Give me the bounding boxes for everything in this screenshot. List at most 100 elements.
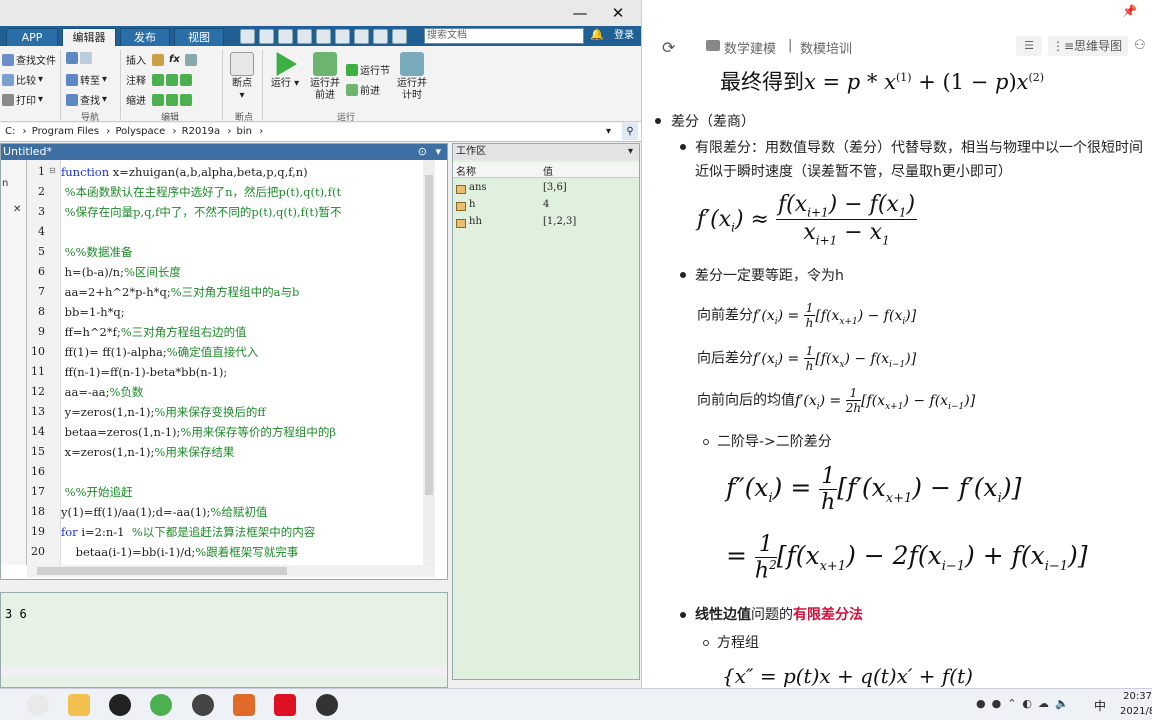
tab-view[interactable]: 视图 bbox=[174, 28, 224, 46]
code-line[interactable]: %%开始追赶 bbox=[61, 482, 133, 502]
switch-windows-icon[interactable] bbox=[354, 28, 369, 44]
cut-icon[interactable] bbox=[259, 28, 274, 44]
app-icon-chat[interactable] bbox=[27, 694, 49, 716]
increase-indent-icon[interactable] bbox=[166, 93, 178, 106]
line-number[interactable]: 15 bbox=[27, 445, 45, 458]
wrap-comment-icon[interactable] bbox=[180, 73, 192, 86]
outline-icon[interactable]: ☰ bbox=[1016, 36, 1042, 56]
code-line[interactable]: for i=2:n-1 %以下都是追赶法算法框架中的内容 bbox=[61, 522, 315, 542]
code-line[interactable]: y(1)=ff(1)/aa(1);d=-aa(1);%给赋初值 bbox=[61, 502, 267, 522]
workspace-row[interactable]: hh [1,2,3] bbox=[453, 216, 639, 231]
scroll-thumb[interactable] bbox=[425, 175, 433, 495]
undock-icon[interactable]: ⊙ bbox=[418, 144, 427, 160]
tab-app[interactable]: APP bbox=[6, 28, 58, 46]
code-line[interactable]: y=zeros(1,n-1);%用来保存变换后的ff bbox=[61, 402, 266, 422]
run-section-button[interactable]: 运行节 bbox=[346, 62, 390, 77]
breakpoints-button[interactable]: 断点 ▾ bbox=[228, 52, 256, 102]
clock[interactable]: 20:37 2021/8 bbox=[1120, 689, 1152, 719]
wps-icon[interactable] bbox=[274, 694, 296, 716]
tab-editor[interactable]: 编辑器 bbox=[62, 28, 116, 46]
code-line[interactable]: ff(n-1)=ff(n-1)-beta*bb(n-1); bbox=[61, 362, 228, 382]
column-header-value[interactable]: 值 bbox=[543, 163, 553, 178]
login-button[interactable]: 登录 bbox=[608, 28, 640, 44]
panel-menu-icon[interactable]: ▾ bbox=[628, 144, 633, 160]
mindmap-button[interactable]: ⋮≡思维导图 bbox=[1048, 36, 1128, 56]
run-advance-button[interactable]: 运行并 前进 bbox=[308, 52, 342, 102]
print-button[interactable]: 打印 ▾ bbox=[2, 92, 43, 107]
code-area[interactable]: function x=zhuigan(a,b,alpha,beta,p,q,f,… bbox=[61, 160, 423, 565]
share-icon[interactable]: ⚇ bbox=[1134, 38, 1146, 53]
indent-button[interactable]: 缩进 bbox=[126, 92, 192, 107]
line-number[interactable]: 7 bbox=[27, 285, 45, 298]
help-icon[interactable] bbox=[373, 28, 388, 44]
path-segment[interactable]: C: bbox=[5, 126, 15, 137]
line-number[interactable]: 8 bbox=[27, 305, 45, 318]
code-line[interactable]: ff=h^2*f;%三对角方程组右边的值 bbox=[61, 322, 247, 342]
line-number[interactable]: 6 bbox=[27, 265, 45, 278]
find-files-button[interactable]: 查找文件 bbox=[2, 52, 56, 67]
code-line[interactable]: %本函数默认在主程序中选好了n，然后把p(t),q(t),f(t bbox=[61, 182, 341, 202]
tab-publish[interactable]: 发布 bbox=[120, 28, 170, 46]
line-number[interactable]: 19 bbox=[27, 525, 45, 538]
goto-button[interactable]: 转至 ▾ bbox=[66, 72, 107, 87]
workspace-row[interactable]: h4 bbox=[453, 199, 639, 214]
compare-button[interactable]: 比较 ▾ bbox=[2, 72, 43, 87]
horizontal-scrollbar[interactable] bbox=[1, 665, 447, 677]
path-segment[interactable]: Program Files bbox=[32, 126, 99, 137]
line-number[interactable]: 2 bbox=[27, 185, 45, 198]
code-line[interactable]: x=zeros(1,n-1);%用来保存结果 bbox=[61, 442, 235, 462]
close-icon[interactable]: ✕ bbox=[13, 204, 21, 215]
file-explorer-icon[interactable] bbox=[68, 694, 90, 716]
workspace-row[interactable]: ans [3,6] bbox=[453, 182, 639, 197]
line-number[interactable]: 14 bbox=[27, 425, 45, 438]
scroll-thumb[interactable] bbox=[37, 567, 287, 575]
advance-button[interactable]: 前进 bbox=[346, 82, 380, 97]
line-number[interactable]: 11 bbox=[27, 365, 45, 378]
pin-icon[interactable]: 📌 bbox=[1122, 4, 1137, 18]
paste-icon[interactable] bbox=[297, 28, 312, 44]
horizontal-scrollbar[interactable] bbox=[27, 565, 435, 577]
undo-icon[interactable] bbox=[316, 28, 331, 44]
run-and-time-button[interactable]: 运行并 计时 bbox=[394, 52, 430, 102]
fx-button[interactable]: fx bbox=[169, 54, 180, 65]
dropdown-icon[interactable] bbox=[392, 28, 407, 44]
code-line[interactable]: bb=1-h*q; bbox=[61, 302, 125, 322]
app-icon-dark[interactable] bbox=[192, 694, 214, 716]
current-folder-bar[interactable]: C: › Program Files › Polyspace › R2019a … bbox=[0, 123, 641, 142]
code-line[interactable]: h=(b-a)/n;%区间长度 bbox=[61, 262, 181, 282]
panel-menu-icon[interactable]: ▾ bbox=[435, 144, 441, 160]
line-number[interactable]: 4 bbox=[27, 225, 45, 238]
code-line[interactable]: betaa(i-1)=bb(i-1)/d;%跟着框架写就完事 bbox=[61, 542, 299, 562]
chrome-icon[interactable] bbox=[150, 694, 172, 716]
line-number[interactable]: 3 bbox=[27, 205, 45, 218]
input-method-indicator[interactable]: 中 bbox=[1094, 697, 1106, 714]
insert-more-icon[interactable] bbox=[184, 53, 197, 66]
line-number[interactable]: 17 bbox=[27, 485, 45, 498]
decrease-indent-icon[interactable] bbox=[180, 93, 192, 106]
breadcrumb-notebook[interactable]: 数学建模 bbox=[724, 38, 776, 57]
obs-icon[interactable] bbox=[316, 694, 338, 716]
run-button[interactable]: 运行 ▾ bbox=[270, 52, 300, 90]
code-line[interactable]: function x=zhuigan(a,b,alpha,beta,p,q,f,… bbox=[61, 162, 308, 182]
code-line[interactable]: ff(1)= ff(1)-alpha;%确定值直接代入 bbox=[61, 342, 259, 362]
close-button[interactable]: ✕ bbox=[595, 0, 641, 26]
file-item[interactable]: n bbox=[2, 178, 8, 189]
path-segment[interactable]: R2019a bbox=[182, 126, 221, 137]
line-number[interactable]: 5 bbox=[27, 245, 45, 258]
line-number[interactable]: 12 bbox=[27, 385, 45, 398]
insert-button[interactable]: 插入 fx bbox=[126, 52, 197, 67]
line-number[interactable]: 10 bbox=[27, 345, 45, 358]
path-segment[interactable]: Polyspace bbox=[115, 126, 165, 137]
path-segment[interactable]: bin bbox=[237, 126, 252, 137]
line-number[interactable]: 1 bbox=[27, 165, 45, 178]
copy-icon[interactable] bbox=[278, 28, 293, 44]
redo-icon[interactable] bbox=[335, 28, 350, 44]
system-tray-icons[interactable]: ●●⌃◐☁🔈 bbox=[976, 697, 1075, 710]
line-number[interactable]: 20 bbox=[27, 545, 45, 558]
back-forward-buttons[interactable] bbox=[66, 52, 92, 64]
fold-marker-icon[interactable]: ⊟ bbox=[49, 166, 56, 175]
uncomment-icon[interactable] bbox=[166, 73, 178, 86]
search-icon[interactable]: ⚲ bbox=[622, 123, 638, 140]
line-number[interactable]: 16 bbox=[27, 465, 45, 478]
line-number[interactable]: 9 bbox=[27, 325, 45, 338]
